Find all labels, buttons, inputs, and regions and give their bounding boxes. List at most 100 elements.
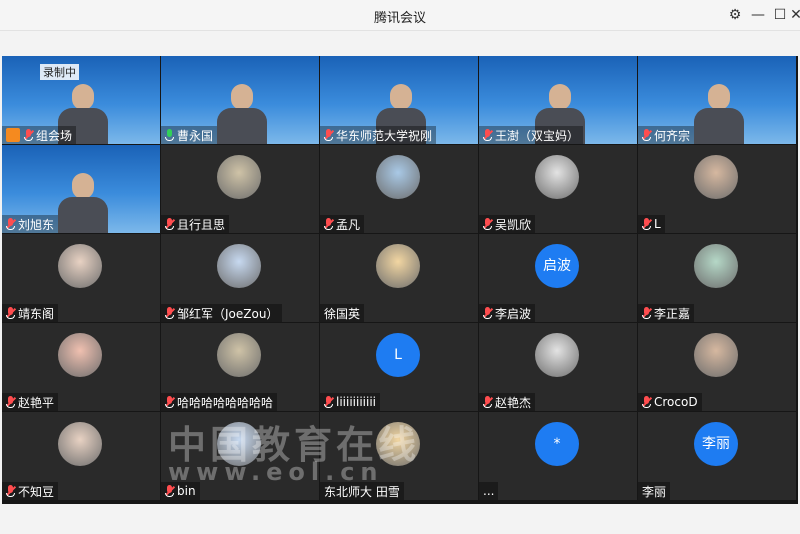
mic-muted-icon [642,218,652,230]
watermark-url: www.eol.cn [168,458,384,486]
participant-tile[interactable]: 且行且思 [161,145,319,233]
mic-muted-icon [642,129,652,141]
participant-name: 不知豆 [18,484,55,499]
mic-muted-icon [6,218,16,230]
participant-name: liiiiiiiiiii [336,395,377,409]
participant-name: ... [483,484,495,498]
avatar [376,244,420,288]
participant-namebar: 华东师范大学祝刚 [320,126,437,144]
participant-namebar: 孟凡 [320,215,365,233]
participant-namebar: L [638,215,665,233]
mic-muted-icon [642,307,652,319]
participant-name: 曹永国 [177,128,214,143]
participant-tile[interactable]: 靖东阁 [2,234,160,322]
participant-tile[interactable]: L [638,145,796,233]
participant-namebar: 且行且思 [161,215,230,233]
video-person-body [694,108,744,144]
video-person-body [58,197,108,233]
participant-tile[interactable]: 李丽 李丽 [638,412,796,500]
participant-name: L [654,217,661,231]
mic-on-icon [165,129,174,141]
mic-muted-icon [165,218,175,230]
mic-muted-icon [6,485,16,497]
participant-namebar: 徐国英 [320,304,365,322]
participant-tile[interactable]: 录制中组会场 [2,56,160,144]
avatar [217,333,261,377]
mic-muted-icon [6,307,16,319]
participant-namebar: 李正嘉 [638,304,695,322]
participant-tile[interactable]: CrocoD [638,323,796,411]
mic-muted-icon [324,218,334,230]
participant-namebar: 王澍（双宝妈） [479,126,584,144]
participant-namebar: 刘旭东 [2,215,59,233]
participant-name: 何齐宗 [654,128,691,143]
participant-name: 孟凡 [336,217,361,232]
participant-namebar: 李启波 [479,304,536,322]
host-badge-icon [6,128,20,142]
participant-tile[interactable]: 不知豆 [2,412,160,500]
avatar [217,155,261,199]
video-person-head [231,84,253,110]
window-titlebar: 腾讯会议 ⚙ — ☐ ✕ [0,0,800,31]
participant-tile[interactable]: 启波 李启波 [479,234,637,322]
participant-name: 且行且思 [177,217,226,232]
avatar [217,244,261,288]
video-person-head [708,84,730,110]
participant-name: 徐国英 [324,306,361,321]
participant-name: 组会场 [36,128,73,143]
mic-muted-icon [24,129,34,141]
participant-tile[interactable]: 李正嘉 [638,234,796,322]
video-person-body [217,108,267,144]
participant-tile[interactable]: 吴凯欣 [479,145,637,233]
avatar [58,422,102,466]
participant-namebar: 赵艳平 [2,393,59,411]
participant-tile[interactable]: Lliiiiiiiiiii [320,323,478,411]
mic-muted-icon [165,396,175,408]
participant-name: 吴凯欣 [495,217,532,232]
recording-badge: 录制中 [40,64,79,80]
avatar: 李丽 [694,422,738,466]
participant-tile[interactable]: 刘旭东 [2,145,160,233]
participant-namebar: 邹红军（JoeZou） [161,304,283,322]
participant-tile[interactable]: 曹永国 [161,56,319,144]
close-icon[interactable]: ✕ [790,5,800,25]
mic-muted-icon [483,129,493,141]
settings-icon[interactable]: ⚙ [725,5,745,25]
avatar [58,244,102,288]
window-title: 腾讯会议 [373,11,426,26]
participant-name: 华东师范大学祝刚 [336,128,433,143]
participant-tile[interactable]: 哈哈哈哈哈哈哈哈 [161,323,319,411]
participant-tile[interactable]: 王澍（双宝妈） [479,56,637,144]
participant-name: 哈哈哈哈哈哈哈哈 [177,395,274,410]
participant-name: 刘旭东 [18,217,55,232]
mic-muted-icon [165,307,175,319]
participant-name: 赵艳杰 [495,395,532,410]
video-person-head [72,84,94,110]
mic-muted-icon [483,307,493,319]
avatar [694,155,738,199]
participant-tile[interactable]: 赵艳杰 [479,323,637,411]
participant-name: 李启波 [495,306,532,321]
participant-namebar: liiiiiiiiiii [320,393,381,411]
participant-tile[interactable]: 赵艳平 [2,323,160,411]
minimize-icon[interactable]: — [748,5,768,25]
video-person-head [390,84,412,110]
participant-name: 靖东阁 [18,306,55,321]
avatar [535,155,579,199]
participant-tile[interactable]: 华东师范大学祝刚 [320,56,478,144]
avatar [535,333,579,377]
participant-namebar: 组会场 [2,126,77,144]
maximize-icon[interactable]: ☐ [770,5,790,25]
participant-namebar: 何齐宗 [638,126,695,144]
participant-tile[interactable]: 孟凡 [320,145,478,233]
participant-tile[interactable]: 何齐宗 [638,56,796,144]
participant-name: 李正嘉 [654,306,691,321]
participant-tile[interactable]: 邹红军（JoeZou） [161,234,319,322]
mic-muted-icon [642,396,652,408]
mic-muted-icon [324,129,334,141]
participant-name: 王澍（双宝妈） [495,128,580,143]
participant-name: bin [177,484,196,498]
participant-namebar: ... [479,482,499,500]
participant-tile[interactable]: *... [479,412,637,500]
participant-tile[interactable]: 徐国英 [320,234,478,322]
